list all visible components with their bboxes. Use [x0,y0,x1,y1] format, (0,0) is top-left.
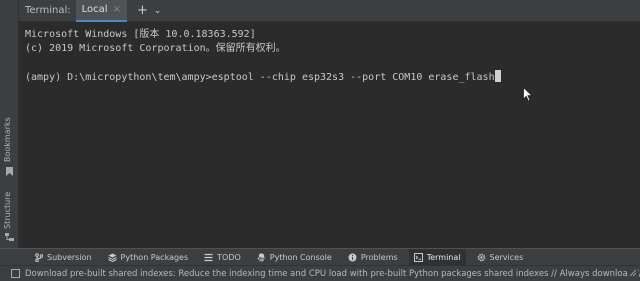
chevron-down-icon[interactable]: ⌄ [154,6,162,16]
terminal-title: Terminal: [25,5,71,16]
problems-tool-button[interactable]: Problems [343,249,403,266]
expand-status-icon[interactable] [628,268,638,278]
status-message[interactable]: Download pre-built shared indexes: Reduc… [25,269,640,279]
structure-icon [5,233,14,241]
tool-window-bar: Subversion Python Packages TODO Python C… [0,248,640,266]
python-packages-tool-button[interactable]: Python Packages [103,249,194,266]
layers-icon [107,253,117,262]
bookmark-icon [6,167,13,176]
problems-label: Problems [360,252,398,262]
branch-icon [35,252,43,262]
info-icon [348,253,357,261]
subversion-tool-button[interactable]: Subversion [30,249,97,266]
bookmarks-tool-button[interactable]: Bookmarks [0,117,19,178]
todo-label: TODO [217,252,241,262]
subversion-label: Subversion [47,252,92,262]
status-bar: Download pre-built shared indexes: Reduc… [0,265,640,281]
terminal-icon [413,252,423,262]
python-console-tool-button[interactable]: Python Console [252,249,337,266]
python-icon [257,253,266,261]
bookmarks-tool-label: Bookmarks [3,117,12,162]
notification-icon[interactable] [11,269,20,278]
python-packages-label: Python Packages [120,252,189,262]
terminal-output[interactable]: Microsoft Windows [版本 10.0.18363.592] (c… [19,22,640,248]
services-label: Services [489,252,524,262]
terminal-prompt-line[interactable]: (ampy) D:\micropython\tem\ampy>esptool -… [25,70,501,83]
terminal-command: (ampy) D:\micropython\tem\ampy>esptool -… [25,72,495,83]
tab-local-label: Local [81,4,108,15]
new-tab-button[interactable]: + [137,3,148,18]
tab-local[interactable]: Local × [75,0,127,22]
list-icon [204,253,213,261]
gear-icon [477,253,485,261]
python-console-label: Python Console [269,252,332,262]
terminal-line: Microsoft Windows [版本 10.0.18363.592] [25,29,256,40]
terminal-tool-button[interactable]: Terminal [408,248,466,266]
services-tool-button[interactable]: Services [472,249,529,266]
terminal-tab-bar: Terminal: Local × + ⌄ [19,0,640,22]
terminal-line: (c) 2019 Microsoft Corporation。保留所有权利。 [25,43,286,54]
close-icon[interactable]: × [113,4,121,15]
structure-tool-label: Structure [3,191,12,229]
text-cursor [494,70,501,82]
left-tool-stripe: Bookmarks Structure [0,0,19,248]
todo-tool-button[interactable]: TODO [199,249,246,266]
terminal-tool-label: Terminal [426,252,461,262]
mouse-pointer-icon [523,87,533,102]
structure-tool-button[interactable]: Structure [0,185,19,243]
